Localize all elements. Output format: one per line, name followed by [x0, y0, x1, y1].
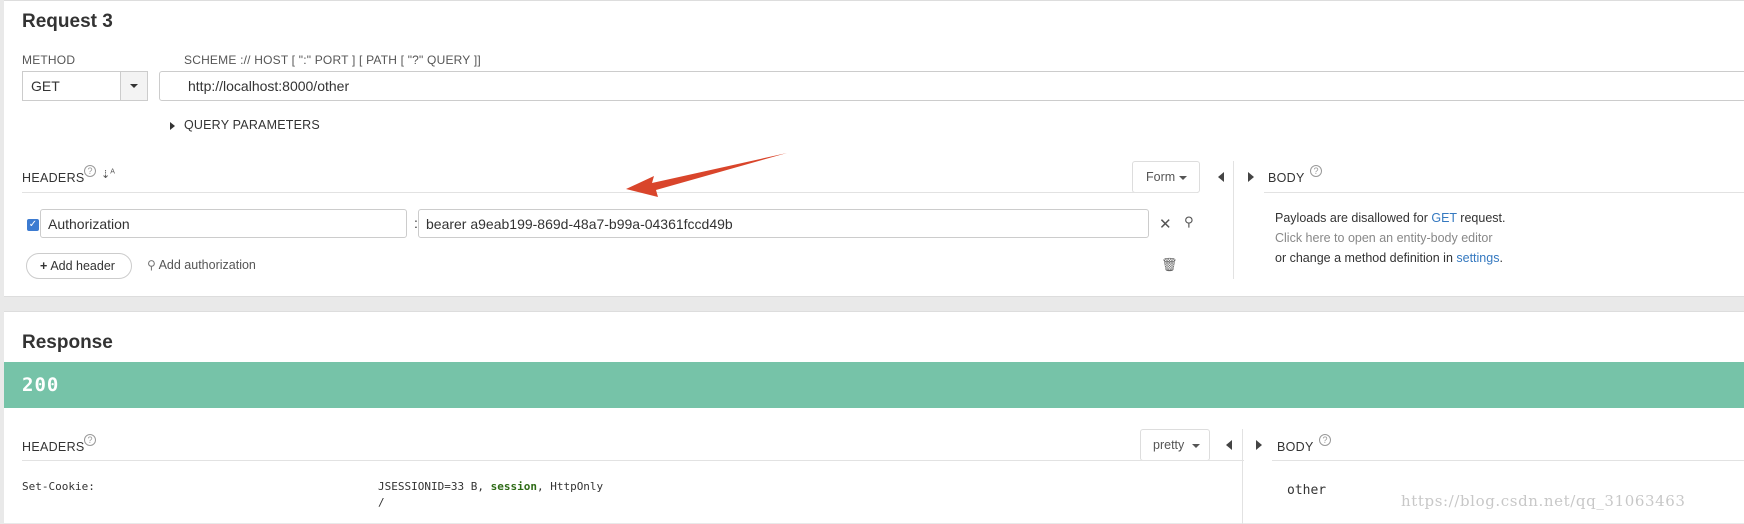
- method-value: GET: [31, 78, 60, 94]
- sort-icon[interactable]: ⇣A: [101, 168, 115, 181]
- expand-right-icon[interactable]: [170, 122, 175, 130]
- message-text: request.: [1456, 211, 1506, 225]
- plus-icon: +: [40, 259, 48, 273]
- add-authorization-link[interactable]: ⚲ Add authorization: [147, 258, 256, 272]
- form-view-button[interactable]: Form: [1132, 161, 1200, 193]
- message-text: or change a method definition in: [1275, 251, 1457, 265]
- header-value-highlight: session: [490, 480, 537, 493]
- help-icon[interactable]: ?: [84, 434, 96, 446]
- status-code: 200: [22, 374, 60, 396]
- pretty-button-label: pretty: [1153, 438, 1185, 452]
- add-header-label: Add header: [50, 259, 115, 273]
- add-authorization-label: Add authorization: [158, 258, 256, 272]
- pretty-view-button[interactable]: pretty: [1140, 429, 1210, 461]
- help-icon[interactable]: ?: [84, 165, 96, 177]
- help-icon[interactable]: ?: [1319, 434, 1331, 446]
- header-value-text: JSESSIONID=33 B,: [378, 480, 491, 493]
- key-icon[interactable]: ⚲: [1184, 214, 1194, 230]
- add-header-button[interactable]: + Add header: [26, 253, 132, 279]
- url-input[interactable]: http://localhost:8000/other: [159, 71, 1744, 101]
- change-method-message: or change a method definition in setting…: [1275, 251, 1503, 265]
- url-label: SCHEME :// HOST [ ":" PORT ] [ PATH [ "?…: [184, 53, 481, 67]
- message-text: .: [1499, 251, 1503, 265]
- caret-down-icon: [130, 84, 138, 88]
- close-icon[interactable]: ✕: [1159, 215, 1172, 233]
- response-header-value-line2: /: [378, 496, 385, 509]
- method-select[interactable]: GET: [22, 71, 148, 101]
- body-divider: [1264, 192, 1744, 193]
- collapse-left-icon[interactable]: [1218, 172, 1224, 182]
- key-icon: ⚲: [147, 258, 156, 272]
- response-header-name: Set-Cookie:: [22, 480, 95, 493]
- response-body-label: BODY: [1277, 440, 1314, 454]
- open-entity-editor-link[interactable]: Click here to open an entity-body editor: [1275, 231, 1493, 245]
- method-dropdown-toggle[interactable]: [120, 72, 147, 100]
- response-header-value: JSESSIONID=33 B, session, HttpOnly: [378, 480, 603, 493]
- payload-disallowed-message: Payloads are disallowed for GET request.: [1275, 211, 1505, 225]
- request-headers-label: HEADERS: [22, 171, 85, 185]
- header-enabled-checkbox[interactable]: ✓: [27, 219, 39, 231]
- trash-icon[interactable]: 🗑: [1161, 257, 1178, 273]
- message-text: Payloads are disallowed for: [1275, 211, 1432, 225]
- watermark: https://blog.csdn.net/qq_31063463: [1401, 492, 1686, 510]
- header-value-text: , HttpOnly: [536, 480, 604, 493]
- collapse-left-icon[interactable]: [1226, 440, 1232, 450]
- method-link[interactable]: GET: [1431, 211, 1456, 225]
- query-parameters-toggle[interactable]: QUERY PARAMETERS: [184, 118, 320, 132]
- method-label: METHOD: [22, 53, 76, 67]
- response-body-content: other: [1287, 483, 1327, 498]
- response-title: Response: [22, 332, 113, 353]
- annotation-arrow: [626, 153, 787, 197]
- panel-splitter[interactable]: [1233, 161, 1234, 279]
- header-value-input[interactable]: bearer a9eab199-869d-48a7-b99a-04361fccd…: [418, 209, 1149, 238]
- status-bar: 200: [4, 362, 1744, 408]
- response-headers-label: HEADERS: [22, 440, 85, 454]
- expand-right-icon[interactable]: [1248, 172, 1254, 182]
- caret-down-icon: [1192, 444, 1200, 448]
- request-title: Request 3: [22, 11, 113, 32]
- response-body-divider: [1272, 460, 1744, 461]
- help-icon[interactable]: ?: [1310, 165, 1322, 177]
- header-name-input[interactable]: Authorization: [40, 209, 407, 238]
- expand-right-icon[interactable]: [1256, 440, 1262, 450]
- panel-splitter[interactable]: [1242, 429, 1243, 524]
- request-panel: Request 3 METHOD SCHEME :// HOST [ ":" P…: [4, 0, 1744, 297]
- response-headers-divider: [22, 460, 1244, 461]
- form-button-label: Form: [1146, 170, 1176, 184]
- request-body-label: BODY: [1268, 171, 1305, 185]
- settings-link[interactable]: settings: [1456, 251, 1499, 265]
- caret-down-icon: [1179, 176, 1187, 180]
